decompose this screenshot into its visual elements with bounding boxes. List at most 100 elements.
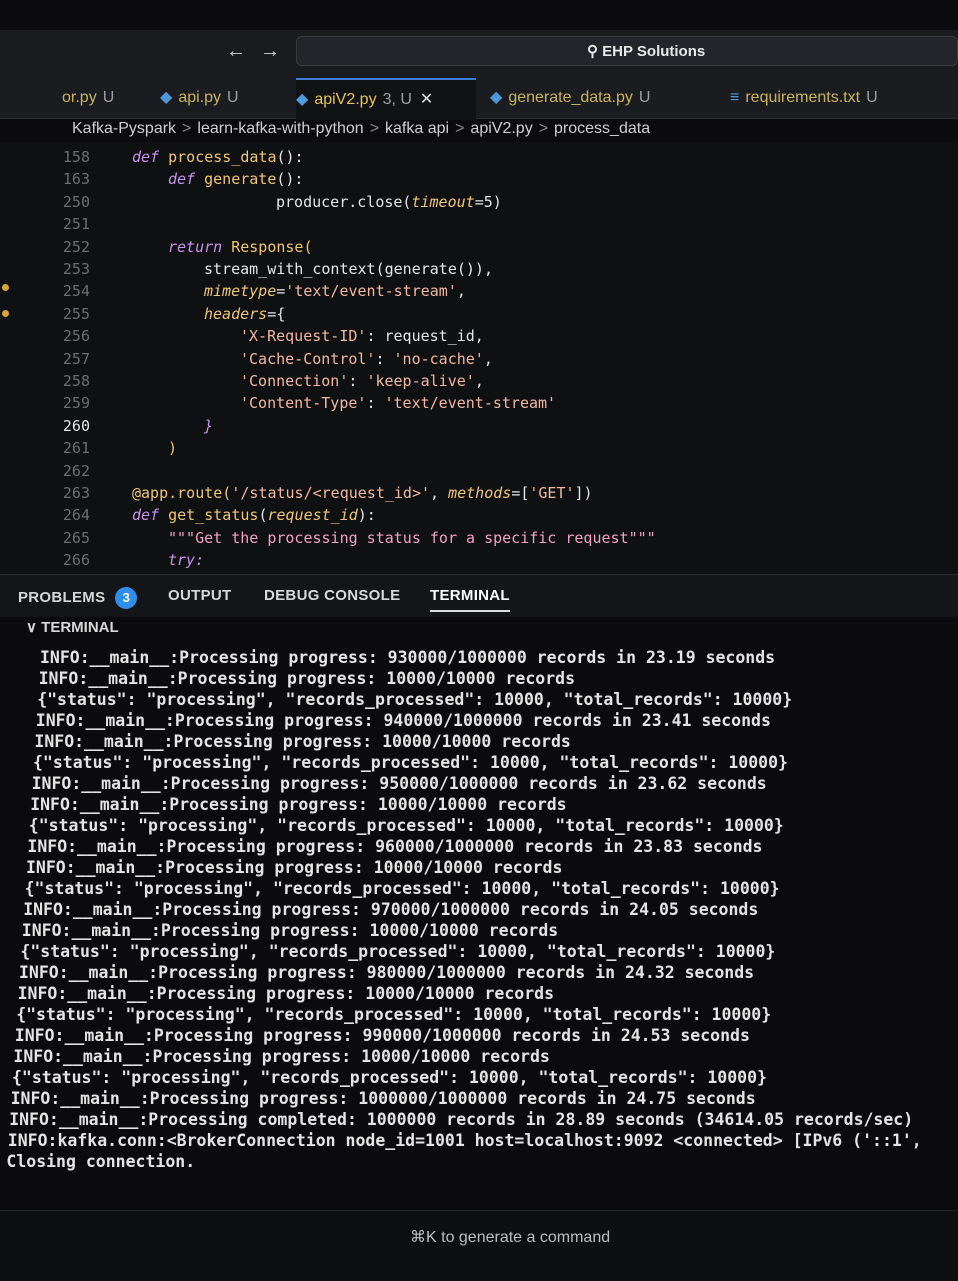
code-line[interactable]: 265 """Get the processing status for a sp… — [0, 529, 958, 551]
line-number: 158 — [62, 148, 90, 166]
code-token: producer.close( — [276, 192, 412, 211]
code-text: 'Cache-Control': 'no-cache', — [240, 350, 493, 368]
chevron-down-icon: ∨ — [26, 619, 42, 636]
tab-status: 3, U — [382, 91, 412, 108]
breadcrumb-item[interactable]: Kafka-Pyspark — [72, 120, 176, 137]
breadcrumb-item[interactable]: learn-kafka-with-python — [197, 120, 363, 137]
line-number: 259 — [62, 394, 90, 413]
code-text: def process_data(): — [132, 148, 304, 166]
line-number: 260 — [62, 416, 90, 435]
line-number: 257 — [62, 349, 90, 368]
back-arrow-icon[interactable]: ← — [226, 40, 246, 62]
breadcrumb-item[interactable]: apiV2.py — [470, 120, 532, 137]
terminal-line: INFO:__main__:Processing progress: 10000… — [13, 1047, 550, 1066]
tab-api-py[interactable]: ◆ api.py U — [160, 78, 290, 118]
code-token: """Get the processing status for a speci… — [168, 528, 656, 547]
code-text: def get_status(request_id): — [132, 506, 376, 524]
code-line[interactable]: 258 'Connection': 'keep-alive', — [0, 372, 958, 394]
tab-output[interactable]: OUTPUT — [168, 587, 231, 604]
code-token: ): — [357, 506, 376, 525]
tab-or-py[interactable]: or.py U — [56, 78, 156, 118]
code-token: try: — [168, 551, 205, 570]
code-token: =5) — [474, 192, 502, 211]
close-icon[interactable]: ✕ — [420, 91, 433, 108]
code-line[interactable]: 163 def generate(): — [0, 170, 958, 192]
code-token: generate — [204, 170, 277, 189]
terminal-line: INFO:__main__:Processing progress: 99000… — [14, 1026, 750, 1045]
forward-arrow-icon[interactable]: → — [260, 40, 280, 62]
code-token: return — [168, 237, 232, 256]
code-line[interactable]: 252 return Response( — [0, 238, 958, 260]
code-token: 'X-Request-ID' — [240, 327, 367, 346]
code-line[interactable]: 250 producer.close(timeout=5) — [0, 193, 958, 215]
line-number: 254 — [62, 282, 90, 301]
code-line[interactable]: 256 'X-Request-ID': request_id, — [0, 327, 958, 349]
code-text: } — [204, 417, 213, 435]
line-number: 251 — [62, 215, 90, 234]
breadcrumb-separator-icon: > — [369, 120, 380, 137]
line-number: 264 — [62, 506, 90, 525]
code-token: (): — [276, 148, 304, 166]
terminal-line: INFO:__main__:Processing progress: 10000… — [17, 984, 555, 1003]
code-line[interactable]: 254 mimetype='text/event-stream', — [0, 282, 958, 304]
code-text: ) — [168, 439, 177, 457]
code-text: 'Connection': 'keep-alive', — [240, 372, 484, 390]
code-text: producer.close(timeout=5) — [276, 193, 502, 211]
code-token: '/status/<request_id>' — [231, 484, 431, 502]
breadcrumb-separator-icon: > — [538, 120, 549, 137]
code-token: : request_id, — [366, 327, 484, 346]
tab-debug-console[interactable]: DEBUG CONSOLE — [264, 587, 400, 604]
code-token: 'no-cache' — [393, 349, 484, 368]
code-line[interactable]: 264 def get_status(request_id): — [0, 506, 958, 528]
tab-terminal[interactable]: TERMINAL — [430, 587, 510, 612]
tab-apiv2-py[interactable]: ◆ apiV2.py 3, U ✕ — [296, 78, 476, 120]
code-token: process_data — [168, 148, 277, 166]
code-line[interactable]: 261) — [0, 439, 958, 461]
code-line[interactable]: 255 headers={ — [0, 305, 958, 327]
command-center-search[interactable]: ⚲ EHP Solutions — [296, 36, 958, 66]
tab-status: U — [866, 89, 878, 106]
code-token: : — [366, 394, 385, 413]
breadcrumb: Kafka-Pyspark > learn-kafka-with-python > ka… — [72, 120, 650, 142]
line-number: 265 — [62, 528, 90, 547]
breadcrumb-separator-icon: > — [455, 120, 465, 137]
terminal-line: INFO:__main__:Processing progress: 10000… — [10, 1089, 756, 1108]
terminal-line: INFO:__main__:Processing progress: 10000… — [34, 732, 571, 751]
code-line[interactable]: 253 stream_with_context(generate()), — [0, 260, 958, 282]
tab-problems[interactable]: PROBLEMS 3 — [18, 587, 138, 609]
code-line[interactable]: 263 @app.route('/status/<request_id>', me… — [0, 484, 958, 506]
code-line[interactable]: 251 — [0, 215, 958, 237]
terminal-line: INFO:__main__:Processing progress: 93000… — [40, 648, 776, 667]
code-text: headers={ — [204, 305, 285, 323]
terminal-output[interactable]: INFO:__main__:Processing progress: 93000… — [0, 640, 958, 1200]
tab-requirements-txt[interactable]: ≡ requirements.txt U — [730, 78, 958, 118]
code-token: def — [168, 170, 205, 189]
code-editor[interactable]: 158 def process_data(): 163 def generate():… — [0, 142, 958, 574]
terminal-line: INFO:__main__:Processing progress: 94000… — [35, 711, 771, 730]
code-token: request_id — [267, 506, 358, 525]
code-line[interactable]: 158 def process_data(): — [0, 148, 958, 170]
terminal-line: {"status": "processing", "records_proces… — [16, 1005, 772, 1024]
code-text: @app.route('/status/<request_id>', metho… — [132, 484, 593, 502]
terminal-line: {"status": "processing", "records_proces… — [33, 753, 788, 772]
breadcrumb-item[interactable]: kafka api — [385, 120, 449, 137]
code-text: 'X-Request-ID': request_id, — [240, 327, 484, 345]
code-text: try: — [168, 551, 204, 569]
tab-label: apiV2.py — [314, 91, 377, 108]
tab-label: generate_data.py — [508, 89, 633, 106]
code-line[interactable]: 266 try: — [0, 551, 958, 573]
terminal-input-bar[interactable]: ⌘K to generate a command — [0, 1210, 958, 1281]
line-number: 258 — [62, 372, 90, 390]
code-line[interactable]: 262 — [0, 462, 958, 484]
code-line[interactable]: 260} — [0, 417, 958, 439]
terminal-section-header[interactable]: ∨ TERMINAL — [26, 618, 119, 636]
code-token: @app.route( — [132, 484, 232, 502]
breadcrumb-item[interactable]: process_data — [554, 120, 650, 137]
tab-generate-data-py[interactable]: ◆ generate_data.py U — [490, 78, 720, 118]
code-token: : — [375, 349, 394, 368]
search-label: ⚲ EHP Solutions — [587, 43, 706, 60]
code-line[interactable]: 257 'Cache-Control': 'no-cache', — [0, 350, 958, 372]
tab-status: U — [638, 89, 651, 106]
terminal-line: {"status": "processing", "records_proces… — [20, 942, 776, 961]
code-line[interactable]: 259 'Content-Type': 'text/event-stream' — [0, 394, 958, 416]
